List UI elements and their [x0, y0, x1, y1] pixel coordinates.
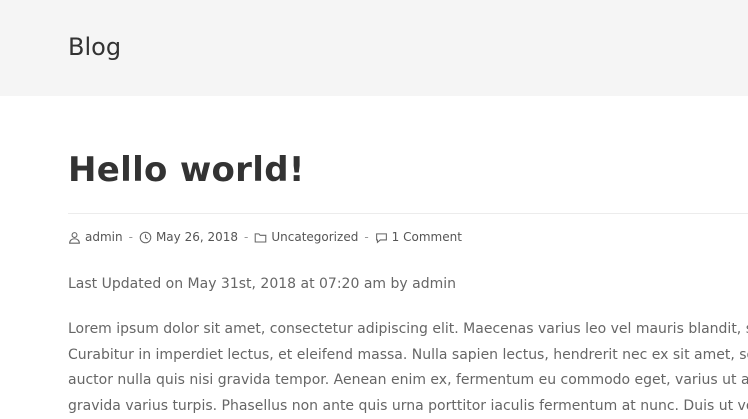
- meta-separator: -: [364, 230, 368, 244]
- post-body: Lorem ipsum dolor sit amet, consectetur …: [68, 317, 748, 419]
- page-header: Blog: [0, 0, 748, 96]
- comments-link[interactable]: 1 Comment: [392, 230, 462, 244]
- user-icon: [68, 231, 81, 244]
- meta-author: admin: [68, 230, 123, 244]
- body-line: auctor nulla quis nisi gravida tempor. A…: [68, 368, 748, 394]
- category-link[interactable]: Uncategorized: [271, 230, 358, 244]
- folder-icon: [254, 231, 267, 244]
- post-meta: admin - May 26, 2018 - Uncategorized -: [68, 229, 462, 245]
- clock-icon: [139, 231, 152, 244]
- comment-icon: [375, 231, 388, 244]
- body-line: gravida varius turpis. Phasellus non ant…: [68, 394, 748, 419]
- meta-category: Uncategorized: [254, 230, 358, 244]
- body-line: Curabitur in imperdiet lectus, et eleife…: [68, 343, 748, 369]
- body-line: Lorem ipsum dolor sit amet, consectetur …: [68, 317, 748, 343]
- last-updated-text: Last Updated on May 31st, 2018 at 07:20 …: [68, 273, 456, 295]
- post-title: Hello world!: [68, 148, 305, 192]
- meta-comments: 1 Comment: [375, 230, 462, 244]
- meta-separator: -: [244, 230, 248, 244]
- title-divider: [68, 213, 748, 214]
- meta-separator: -: [129, 230, 133, 244]
- post-date: May 26, 2018: [156, 230, 238, 244]
- meta-date: May 26, 2018: [139, 230, 238, 244]
- page-header-title: Blog: [68, 31, 121, 63]
- author-link[interactable]: admin: [85, 230, 123, 244]
